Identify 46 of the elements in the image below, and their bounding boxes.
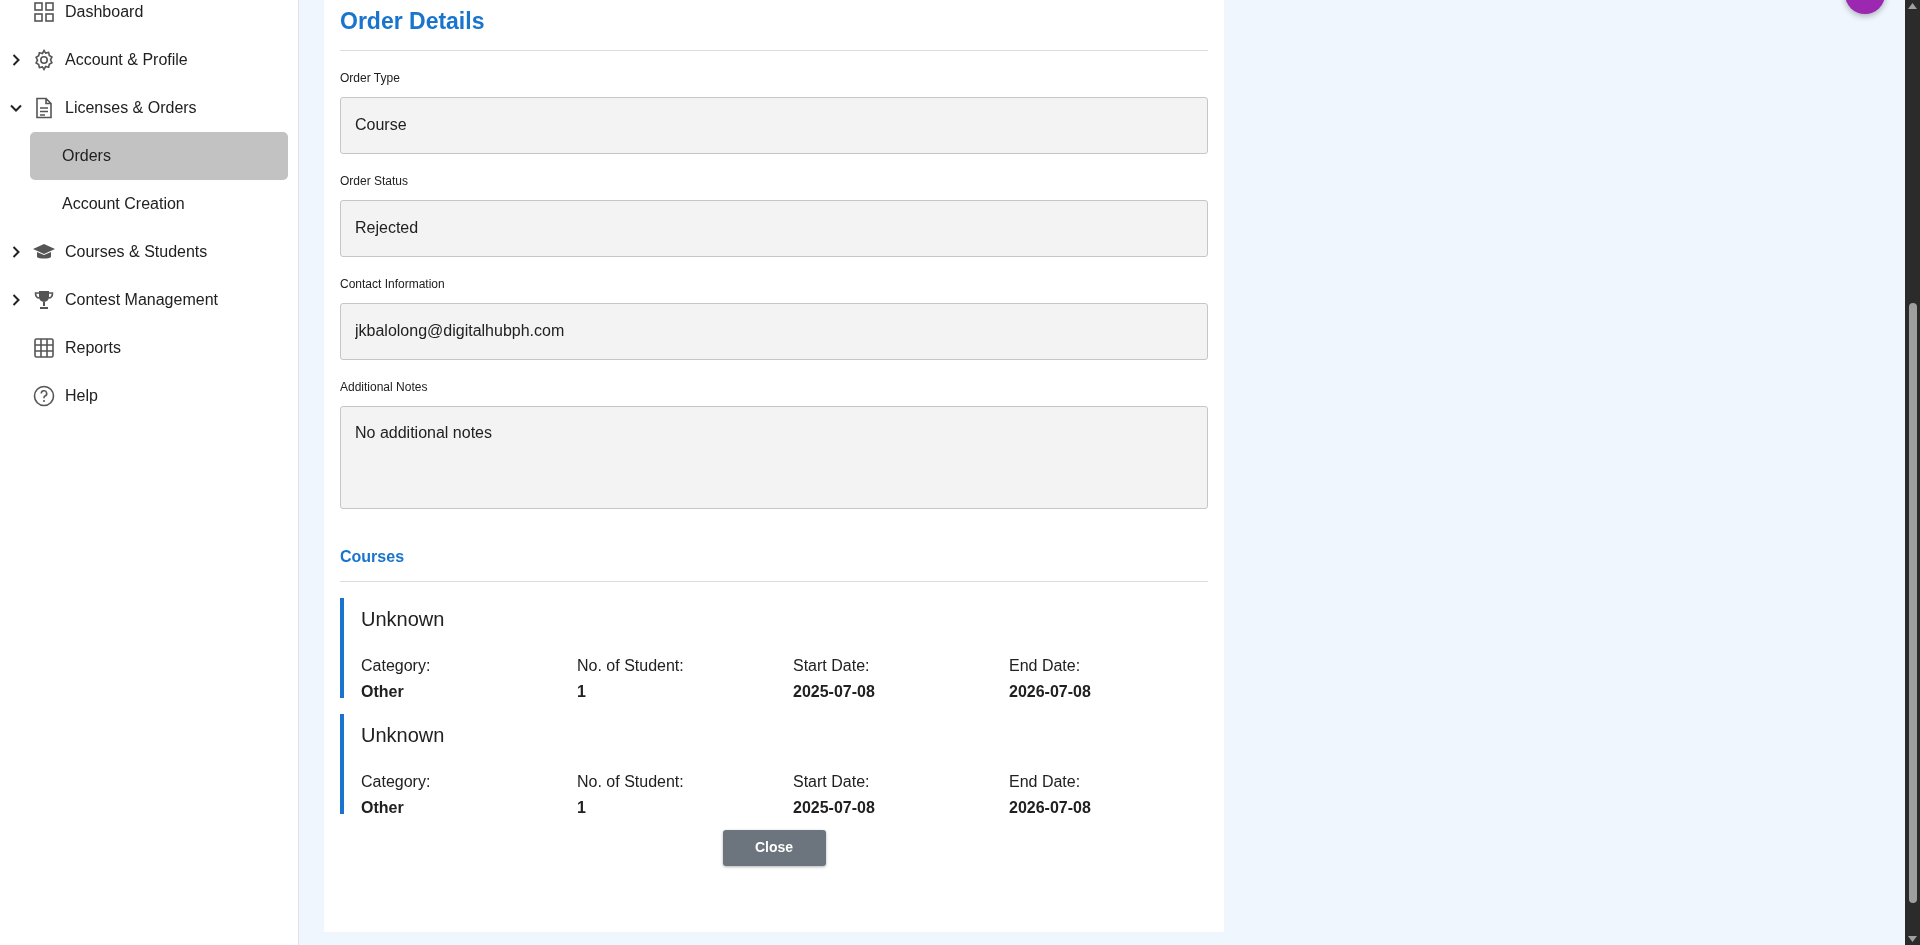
sidebar-item[interactable]: Help [65,384,98,408]
detail-value: 1 [577,797,587,818]
detail-value: 2026-07-08 [1009,681,1092,702]
sidebar-subitem[interactable]: Orders [30,132,288,180]
detail-label: Start Date: [793,655,871,676]
detail-value: 1 [577,681,587,702]
course-name: Unknown [361,722,446,748]
section-title: Courses [340,544,1208,582]
sidebar-subitem[interactable]: Account Creation [30,180,288,228]
detail-label: Category: [361,771,432,792]
detail-label: End Date: [1009,771,1082,792]
notes-field[interactable]: No additional notes [340,405,1208,509]
trophy-icon [32,288,56,312]
course-name: Unknown [361,606,446,632]
field-label: Order Status [340,172,410,190]
sidebar-item[interactable]: Licenses & Orders [65,96,197,120]
field-label: Additional Notes [340,378,429,396]
scroll-down-arrow-icon[interactable] [1908,936,1917,942]
scrollbar-thumb[interactable] [1908,302,1917,903]
detail-label: No. of Student: [577,771,685,792]
detail-value: Other [361,681,405,702]
detail-value: 2025-07-08 [793,681,876,702]
input-field[interactable]: jkbalolong@digitalhubph.com [340,302,1208,360]
detail-value: 2025-07-08 [793,797,876,818]
input-field[interactable]: Course [340,96,1208,154]
scroll-up-arrow-icon[interactable] [1908,3,1917,9]
detail-value: Other [361,797,405,818]
sidebar-item[interactable]: Courses & Students [65,240,208,264]
help-icon [32,384,56,408]
settings-icon [32,48,56,72]
sidebar-item[interactable]: Dashboard [65,0,144,24]
field-label: Order Type [340,69,401,87]
close-button[interactable]: Close [722,829,826,866]
detail-label: No. of Student: [577,655,685,676]
field-label: Contact Information [340,275,446,293]
sidebar-item[interactable]: Contest Management [65,288,218,312]
table-icon [32,336,56,360]
sidebar-item[interactable]: Account & Profile [65,48,188,72]
detail-value: 2026-07-08 [1009,797,1092,818]
input-field[interactable]: Rejected [340,199,1208,257]
dialog-title: Order Details [340,8,1208,51]
grid-icon [32,0,56,24]
detail-label: End Date: [1009,655,1082,676]
sidebar-item[interactable]: Reports [65,336,122,360]
detail-label: Start Date: [793,771,871,792]
detail-label: Category: [361,655,432,676]
